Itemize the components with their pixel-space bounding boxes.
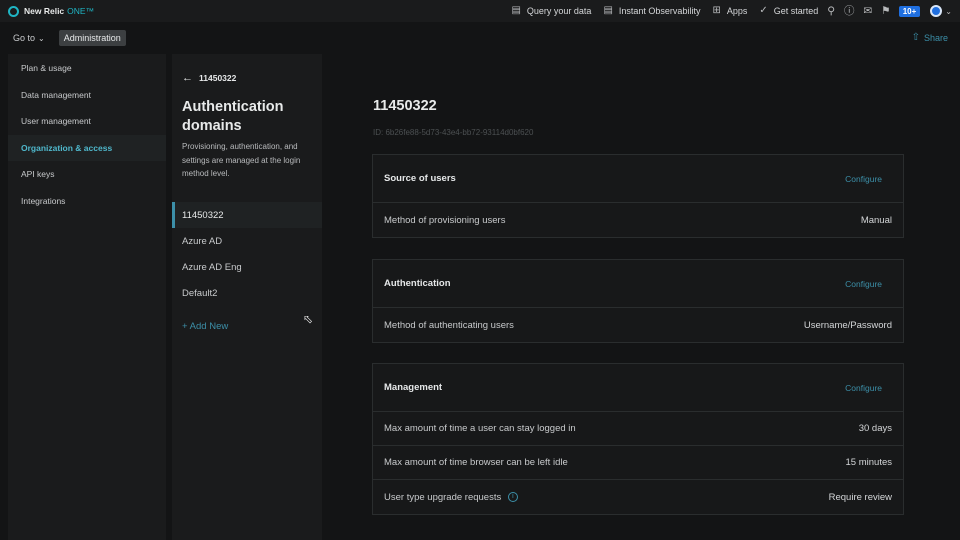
configure-button[interactable]: Configure (845, 279, 882, 289)
setting-label: User type upgrade requests (384, 491, 502, 503)
domain-list: 11450322 Azure AD Azure AD Eng Default2 (172, 202, 322, 306)
setting-label: Max amount of time a user can stay logge… (384, 423, 576, 434)
sidebar-item-plan-usage[interactable]: Plan & usage (8, 55, 166, 82)
setting-row: User type upgrade requests i Require rev… (373, 480, 903, 514)
card-title: Management (384, 382, 443, 393)
grid-icon: ⊞ (712, 5, 721, 16)
info-icon[interactable]: i (507, 491, 518, 502)
domain-item[interactable]: Default2 (172, 280, 322, 306)
mouse-cursor-icon: ⬁ (303, 312, 314, 326)
card-header: Source of users Configure (373, 155, 903, 203)
user-avatar[interactable] (930, 5, 943, 17)
card-header: Authentication Configure (373, 260, 903, 308)
back-label: 11450322 (199, 73, 237, 83)
setting-label-wrap: User type upgrade requests i (384, 492, 518, 503)
nav-label: Query your data (526, 6, 592, 16)
nav-query-your-data[interactable]: ▤ Query your data (511, 5, 592, 17)
page-description: Provisioning, authentication, and settin… (182, 142, 301, 178)
configure-button[interactable]: Configure (845, 174, 882, 184)
goto-menu[interactable]: Go to ⌄ (13, 33, 45, 43)
domain-id: ID: 6b26fe88-5d73-43e4-bb72-93114d0bf620 (373, 128, 534, 137)
sidebar-item-integrations[interactable]: Integrations (8, 188, 166, 215)
setting-label: Max amount of time browser can be left i… (384, 457, 568, 468)
nav-label: Apps (726, 6, 748, 16)
domain-item[interactable]: Azure AD Eng (172, 254, 322, 280)
top-bar: New Relic ONE™ ▤ Query your data ▤ Insta… (0, 0, 960, 22)
card-title: Authentication (384, 278, 451, 289)
card-authentication: Authentication Configure Method of authe… (372, 259, 904, 343)
sub-bar: Go to ⌄ Administration ⇧ Share (0, 22, 960, 54)
domains-panel: ← 11450322 Authentication domains Provis… (172, 54, 322, 540)
chevron-down-icon[interactable]: ⌄ (945, 7, 952, 16)
arrow-left-icon: ← (182, 72, 193, 84)
setting-value: 30 days (858, 423, 892, 434)
share-label: Share (923, 32, 948, 43)
brand-name: New Relic (24, 6, 65, 16)
setting-value: Manual (860, 214, 892, 226)
sidebar-item-user-management[interactable]: User management (8, 108, 166, 135)
setting-row: Max amount of time a user can stay logge… (373, 412, 903, 446)
brand-sub: ONE™ (67, 6, 95, 16)
nav-get-started[interactable]: ✓ Get started (759, 5, 819, 17)
add-new-button[interactable]: + Add New (182, 321, 228, 332)
brand[interactable]: New Relic ONE™ (8, 5, 95, 17)
card-title: Source of users (384, 173, 456, 184)
nav-apps[interactable]: ⊞ Apps (712, 5, 748, 17)
setting-value: Require review (828, 491, 892, 503)
chart-icon: ▤ (603, 5, 613, 16)
chevron-down-icon: ⌄ (38, 33, 45, 43)
share-button[interactable]: ⇧ Share (912, 32, 948, 43)
help-icon[interactable]: ⓘ (844, 6, 855, 17)
nav-label: Get started (773, 6, 819, 16)
share-icon: ⇧ (911, 32, 920, 43)
setting-row: Method of provisioning users Manual (373, 203, 903, 237)
check-circle-icon: ✓ (759, 5, 768, 16)
notification-badge[interactable]: 10+ (898, 5, 921, 17)
announcements-icon[interactable]: ⚑ (881, 6, 890, 17)
back-link[interactable]: ← 11450322 (182, 72, 236, 84)
setting-value: 15 minutes (845, 457, 892, 468)
new-relic-logo-icon (8, 5, 19, 17)
card-management: Management Configure Max amount of time … (372, 363, 904, 515)
goto-label: Go to (13, 33, 36, 43)
page-title: Authentication domains (182, 99, 284, 134)
sidebar-item-organization-access[interactable]: Organization & access (8, 134, 166, 161)
domain-item[interactable]: Azure AD (172, 228, 322, 254)
setting-label: Method of authenticating users (384, 319, 514, 331)
admin-sidebar: Plan & usage Data management User manage… (8, 54, 166, 540)
terminal-icon: ▤ (511, 5, 521, 16)
domain-detail: 11450322 ID: 6b26fe88-5d73-43e4-bb72-931… (323, 54, 960, 540)
card-header: Management Configure (373, 364, 903, 412)
nav-label: Instant Observability (618, 6, 701, 16)
nav-instant-observability[interactable]: ▤ Instant Observability (603, 5, 701, 17)
search-icon[interactable]: ⚲ (827, 6, 835, 17)
setting-row: Method of authenticating users Username/… (373, 308, 903, 342)
top-nav: ▤ Query your data ▤ Instant Observabilit… (499, 0, 952, 22)
setting-value: Username/Password (803, 319, 892, 331)
card-source-of-users: Source of users Configure Method of prov… (372, 154, 904, 238)
domain-title: 11450322 (373, 98, 437, 114)
setting-row: Max amount of time browser can be left i… (373, 446, 903, 480)
feedback-icon[interactable]: ✉ (863, 6, 872, 17)
setting-label: Method of provisioning users (384, 214, 506, 226)
sidebar-item-api-keys[interactable]: API keys (8, 161, 166, 188)
sidebar-item-data-management[interactable]: Data management (8, 82, 166, 109)
domain-item[interactable]: 11450322 (172, 202, 322, 228)
breadcrumb[interactable]: Administration (58, 30, 126, 46)
configure-button[interactable]: Configure (845, 383, 882, 393)
